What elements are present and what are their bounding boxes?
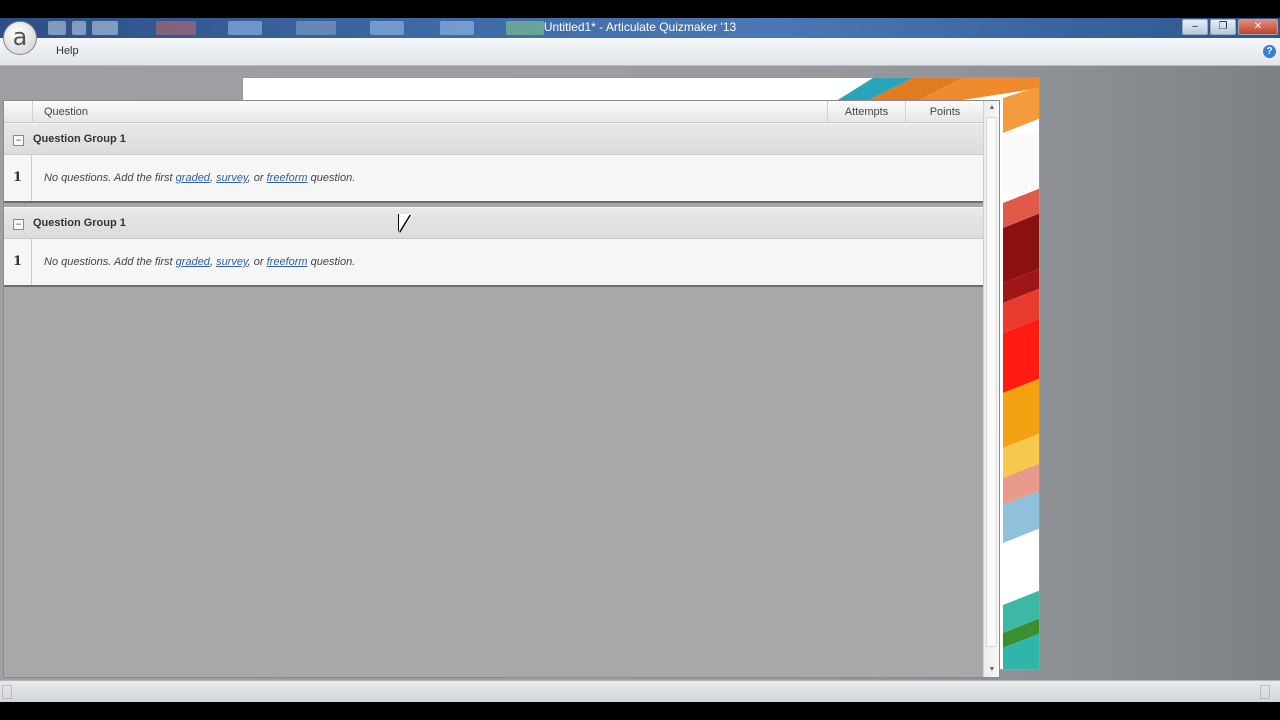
message-text: , or bbox=[247, 172, 267, 184]
menu-bar: Help ? bbox=[0, 38, 1280, 66]
add-freeform-link[interactable]: freeform bbox=[267, 172, 308, 184]
question-group-header[interactable]: − Question Group 1 bbox=[4, 123, 984, 155]
row-number: 1 bbox=[4, 155, 32, 201]
message-text: No questions. Add the first bbox=[44, 172, 176, 184]
close-button[interactable]: ✕ bbox=[1238, 19, 1278, 35]
empty-group-message: No questions. Add the first graded, surv… bbox=[44, 172, 355, 184]
status-bar bbox=[0, 680, 1280, 702]
collapse-icon[interactable]: − bbox=[13, 135, 24, 146]
question-group-name: Question Group 1 bbox=[33, 217, 126, 229]
question-group-name: Question Group 1 bbox=[33, 133, 126, 145]
column-attempts[interactable]: Attempts bbox=[827, 101, 905, 123]
help-icon[interactable]: ? bbox=[1263, 45, 1276, 58]
scroll-up-icon[interactable]: ▲ bbox=[984, 101, 1000, 115]
mouse-cursor-icon bbox=[399, 214, 410, 232]
column-points[interactable]: Points bbox=[905, 101, 984, 123]
empty-group-message: No questions. Add the first graded, surv… bbox=[44, 256, 355, 268]
column-question[interactable]: Question bbox=[32, 101, 828, 123]
add-survey-link[interactable]: survey bbox=[216, 256, 248, 268]
workspace: Question Attempts Points − Question Grou… bbox=[0, 66, 1280, 680]
app-window: Untitled1* - Articulate Quizmaker '13 – … bbox=[0, 0, 1280, 720]
message-text: , or bbox=[247, 256, 267, 268]
column-header-row: Question Attempts Points bbox=[4, 101, 984, 123]
articulate-logo-button[interactable]: a bbox=[3, 21, 37, 55]
add-survey-link[interactable]: survey bbox=[216, 172, 248, 184]
minimize-button[interactable]: – bbox=[1182, 19, 1208, 35]
question-list-panel: Question Attempts Points − Question Grou… bbox=[3, 100, 1000, 678]
add-graded-link[interactable]: graded bbox=[176, 256, 210, 268]
status-bar-edge bbox=[2, 685, 12, 699]
menu-help[interactable]: Help bbox=[56, 45, 79, 57]
window-title: Untitled1* - Articulate Quizmaker '13 bbox=[543, 20, 737, 34]
message-text: question. bbox=[307, 172, 356, 184]
message-text: No questions. Add the first bbox=[44, 256, 176, 268]
question-row[interactable]: 1 No questions. Add the first graded, su… bbox=[4, 155, 984, 203]
question-row[interactable]: 1 No questions. Add the first graded, su… bbox=[4, 239, 984, 287]
add-graded-link[interactable]: graded bbox=[176, 172, 210, 184]
question-group-header[interactable]: − Question Group 1 bbox=[4, 207, 984, 239]
message-text: question. bbox=[307, 256, 356, 268]
window-controls: – ❐ ✕ bbox=[1180, 19, 1278, 35]
maximize-button[interactable]: ❐ bbox=[1210, 19, 1236, 35]
scrollbar-thumb[interactable] bbox=[986, 117, 997, 647]
vertical-scrollbar[interactable]: ▲ ▼ bbox=[983, 101, 999, 677]
status-bar-edge bbox=[1260, 685, 1270, 699]
row-number: 1 bbox=[4, 239, 32, 285]
add-freeform-link[interactable]: freeform bbox=[267, 256, 308, 268]
collapse-icon[interactable]: − bbox=[13, 219, 24, 230]
title-bar[interactable]: Untitled1* - Articulate Quizmaker '13 – … bbox=[0, 18, 1280, 38]
scroll-down-icon[interactable]: ▼ bbox=[984, 663, 1000, 677]
